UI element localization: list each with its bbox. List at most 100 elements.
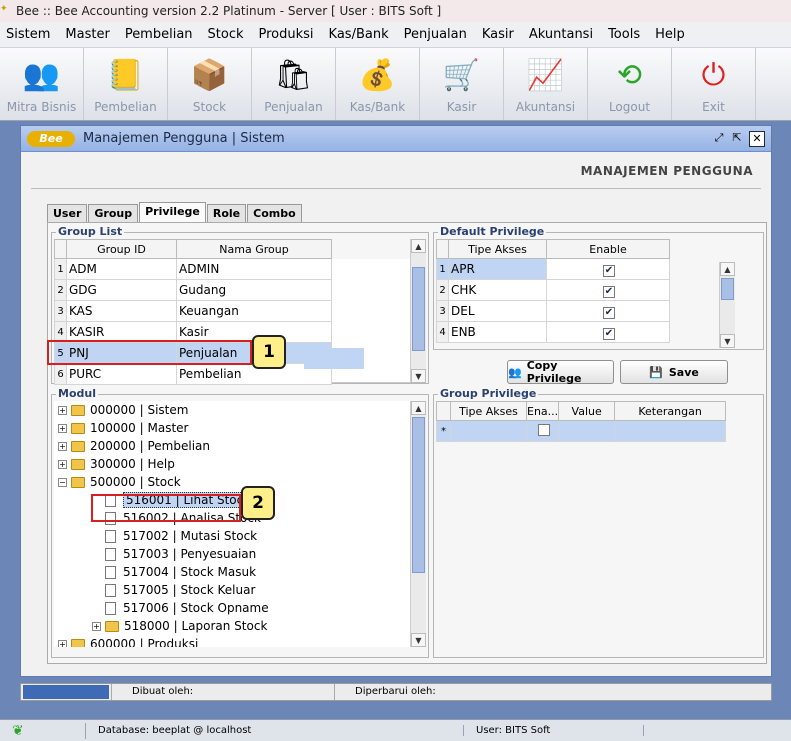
toolbar-akuntansi-button[interactable]: 📈 Akuntansi [504, 48, 588, 120]
new-row[interactable]: * [436, 420, 726, 442]
enable-checkbox[interactable]: ✔ [603, 285, 615, 298]
boxes-icon: 📦 [190, 57, 229, 93]
scroll-thumb[interactable] [412, 417, 425, 573]
scroll-up-arrow[interactable]: ▲ [720, 262, 735, 276]
col-enable[interactable]: Ena... [525, 401, 560, 421]
scroll-down-arrow[interactable]: ▼ [411, 369, 426, 383]
scroll-thumb[interactable] [412, 267, 425, 351]
expander-icon[interactable]: + [58, 459, 67, 469]
menu-help[interactable]: Help [655, 27, 685, 42]
tree-folder-node[interactable]: +600000 | Produksi [54, 635, 412, 647]
enable-checkbox[interactable] [537, 423, 550, 436]
expander-icon[interactable]: + [58, 405, 67, 415]
group-privilege-label: Group Privilege [438, 387, 539, 400]
toolbar-stock-button[interactable]: 📦 Stock [168, 48, 252, 120]
tree-folder-node[interactable]: +518000 | Laporan Stock [54, 617, 412, 635]
menu-penjualan[interactable]: Penjualan [404, 27, 467, 42]
tree-node-label: 517006 | Stock Opname [123, 601, 269, 615]
app-title-bar: ✦ Bee :: Bee Accounting version 2.2 Plat… [0, 0, 791, 22]
col-keterangan[interactable]: Keterangan [614, 401, 726, 421]
menu-tools[interactable]: Tools [608, 27, 640, 42]
expander-icon[interactable]: + [58, 441, 67, 451]
col-nama-group[interactable]: Nama Group [176, 239, 332, 259]
toolbar-pembelian-button[interactable]: 📒 Pembelian [84, 48, 168, 120]
col-value[interactable]: Value [558, 401, 616, 421]
table-row[interactable]: 2 CHK ✔ [436, 279, 670, 301]
enable-checkbox[interactable]: ✔ [603, 327, 615, 340]
table-row[interactable]: 2 GDG Gudang [54, 279, 332, 301]
menu-pembelian[interactable]: Pembelian [125, 27, 193, 42]
menu-sistem[interactable]: Sistem [6, 27, 50, 42]
tab-combo[interactable]: Combo [247, 204, 302, 222]
col-group-id[interactable]: Group ID [66, 239, 177, 259]
scroll-thumb[interactable] [721, 278, 734, 300]
tab-group[interactable]: Group [88, 204, 139, 222]
tree-file-node[interactable]: 517005 | Stock Keluar [54, 581, 412, 599]
enable-checkbox[interactable]: ✔ [603, 264, 615, 277]
toolbar-kas-bank-button[interactable]: 💰 Kas/Bank [336, 48, 420, 120]
toolbar-kasir-button[interactable]: 🛒 Kasir [420, 48, 504, 120]
table-row[interactable]: 1 ADM ADMIN [54, 258, 332, 280]
expander-icon[interactable]: + [92, 621, 101, 631]
expander-icon[interactable]: + [58, 423, 67, 433]
enable-checkbox[interactable]: ✔ [603, 306, 615, 319]
scroll-down-arrow[interactable]: ▼ [720, 334, 735, 348]
folder-icon [71, 476, 85, 488]
expander-icon[interactable]: + [58, 639, 67, 647]
modul-scrollbar[interactable]: ▲ ▼ [410, 401, 426, 647]
menu-kasir[interactable]: Kasir [482, 27, 514, 42]
tab-role[interactable]: Role [206, 204, 247, 222]
save-button[interactable]: 💾 Save [620, 360, 728, 384]
file-icon [105, 529, 116, 543]
floppy-disk-icon: 💾 [649, 365, 663, 379]
cart-icon: 🛒 [442, 57, 481, 93]
tree-file-node[interactable]: 517002 | Mutasi Stock [54, 527, 412, 545]
tree-file-node[interactable]: 517004 | Stock Masuk [54, 563, 412, 581]
menu-bar: Sistem Master Pembelian Stock Produksi K… [0, 22, 791, 48]
menu-produksi[interactable]: Produksi [259, 27, 314, 42]
menu-akuntansi[interactable]: Akuntansi [529, 27, 593, 42]
expander-icon[interactable]: − [58, 477, 67, 487]
scroll-up-arrow[interactable]: ▲ [411, 239, 426, 253]
menu-stock[interactable]: Stock [208, 27, 244, 42]
tree-file-node[interactable]: 517003 | Penyesuaian [54, 545, 412, 563]
maximize-icon[interactable]: ⇱ [729, 131, 745, 147]
tree-folder-node[interactable]: +000000 | Sistem [54, 401, 412, 419]
tree-folder-node[interactable]: +100000 | Master [54, 419, 412, 437]
table-row[interactable]: 4 ENB ✔ [436, 321, 670, 343]
toolbar-penjualan-button[interactable]: 🛍 Penjualan [252, 48, 336, 120]
col-tipe-akses[interactable]: Tipe Akses [448, 239, 547, 259]
user-management-window: Bee Manajemen Pengguna | Sistem ⤢ ⇱ ✕ MA… [20, 125, 772, 677]
scroll-down-arrow[interactable]: ▼ [411, 633, 426, 647]
user-status: User: BITS Soft [464, 725, 644, 736]
tab-user[interactable]: User [47, 204, 88, 222]
group-list-scrollbar[interactable]: ▲ ▼ [410, 239, 426, 383]
col-tipe-akses[interactable]: Tipe Akses [450, 401, 527, 421]
restore-icon[interactable]: ⤢ [711, 131, 727, 147]
status-bar: Dibuat oleh: Diperbarui oleh: [20, 683, 772, 701]
table-row[interactable]: 3 KAS Keuangan [54, 300, 332, 322]
default-privilege-scrollbar[interactable]: ▲ ▼ [719, 262, 735, 348]
tree-folder-node[interactable]: +300000 | Help [54, 455, 412, 473]
toolbar-mitra-bisnis-button[interactable]: 👥 Mitra Bisnis [0, 48, 84, 120]
tree-folder-node[interactable]: +200000 | Pembelian [54, 437, 412, 455]
toolbar-logout-button[interactable]: ⟲ Logout [588, 48, 672, 120]
tree-node-label: 100000 | Master [90, 421, 189, 435]
col-enable[interactable]: Enable [546, 239, 670, 259]
users-icon: 👥 [508, 365, 522, 379]
scroll-up-arrow[interactable]: ▲ [411, 401, 426, 415]
tree-file-node[interactable]: 517006 | Stock Opname [54, 599, 412, 617]
callout-badge-2: 2 [241, 486, 275, 520]
group-privilege-panel: Group Privilege Tipe Akses Ena... Value Ket… [433, 387, 764, 658]
menu-kas-bank[interactable]: Kas/Bank [329, 27, 389, 42]
updated-by-label: Diperbarui oleh: [334, 684, 764, 700]
table-row-selected[interactable]: 1 APR ✔ [436, 258, 670, 280]
tab-privilege[interactable]: Privilege [139, 202, 206, 222]
tree-folder-node[interactable]: − 500000 | Stock [54, 473, 412, 491]
close-icon[interactable]: ✕ [749, 131, 765, 147]
table-row[interactable]: 3 DEL ✔ [436, 300, 670, 322]
copy-privilege-button[interactable]: 👥 Copy Privilege [507, 359, 614, 385]
toolbar-exit-button[interactable]: ⏻ Exit [672, 48, 756, 120]
menu-master[interactable]: Master [65, 27, 109, 42]
table-row[interactable]: 6 PURC Pembelian [54, 363, 332, 385]
